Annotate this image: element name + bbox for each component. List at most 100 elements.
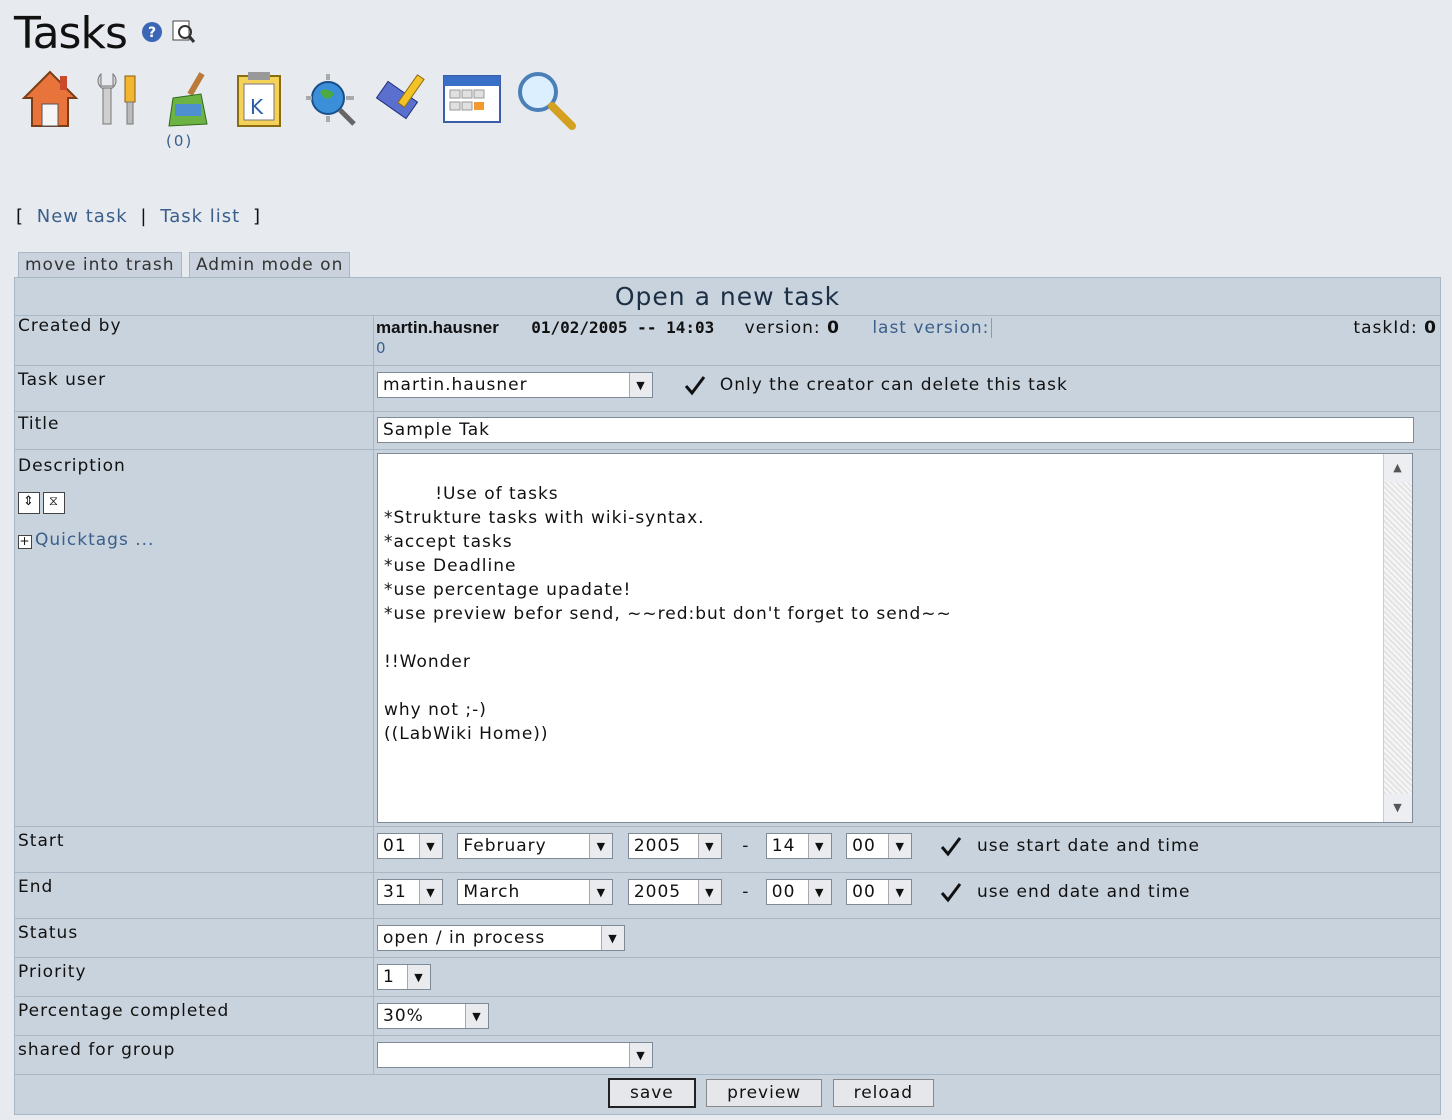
description-text: !Use of tasks *Strukture tasks with wiki…: [384, 484, 952, 744]
end-hour-select[interactable]: 00 ▼: [765, 879, 832, 905]
chevron-down-icon: ▼: [629, 1043, 652, 1067]
last-version-link[interactable]: last version:: [872, 318, 993, 338]
nav-close-bracket: ]: [252, 206, 261, 227]
clean-cache-icon[interactable]: [161, 68, 223, 135]
help-icon[interactable]: ?: [140, 20, 164, 44]
created-by-label: Created by: [14, 315, 374, 366]
description-textarea[interactable]: !Use of tasks *Strukture tasks with wiki…: [377, 453, 1413, 823]
version-label: version:: [744, 318, 821, 338]
textarea-scrollbar[interactable]: ▲ ▼: [1383, 454, 1412, 822]
form-heading: Open a new task: [14, 277, 1441, 316]
end-cell: 31 ▼ March ▼ 2005 ▼ - 00 ▼ 00 ▼ use end date …: [373, 872, 1441, 919]
search-icon[interactable]: [514, 68, 580, 135]
start-day-value: 01: [383, 836, 407, 856]
chevron-down-icon: ▼: [601, 926, 624, 950]
title-input[interactable]: Sample Tak: [377, 417, 1414, 443]
start-month-value: February: [463, 836, 547, 856]
end-minute-select[interactable]: 00 ▼: [846, 879, 913, 905]
end-day-value: 31: [383, 882, 407, 902]
last-version-value-link[interactable]: 0: [376, 339, 387, 357]
chevron-down-icon: ▼: [888, 834, 912, 858]
admin-tools-icon[interactable]: [89, 68, 151, 135]
resize-toggle-icon[interactable]: ⇕: [18, 492, 40, 514]
buttons-row: save preview reload: [14, 1074, 1441, 1115]
description-label: Description: [18, 456, 126, 476]
task-nav: [ New task | Task list ]: [16, 206, 261, 227]
group-select[interactable]: ▼: [377, 1042, 653, 1068]
edit-icon[interactable]: [371, 68, 433, 135]
description-cell: !Use of tasks *Strukture tasks with wiki…: [373, 449, 1441, 827]
action-tabs: move into trash Admin mode on: [18, 252, 352, 277]
quicktags-link[interactable]: Quicktags ...: [35, 530, 154, 550]
end-date-time-separator: -: [742, 882, 750, 902]
status-value: open / in process: [383, 928, 546, 948]
source-icon[interactable]: [170, 18, 196, 44]
start-minute-value: 00: [852, 836, 876, 856]
chevron-down-icon: ▼: [697, 880, 721, 904]
status-cell: open / in process ▼: [373, 918, 1441, 958]
use-end-checkbox[interactable]: [939, 880, 963, 904]
new-task-link[interactable]: New task: [37, 206, 128, 227]
end-day-select[interactable]: 31 ▼: [377, 879, 443, 905]
calendar-icon[interactable]: [442, 68, 504, 135]
version-value: 0: [827, 318, 840, 338]
task-user-value: martin.hausner: [383, 375, 528, 395]
expand-plus-icon[interactable]: +: [18, 535, 32, 549]
admin-mode-tab[interactable]: Admin mode on: [188, 252, 351, 277]
kalendar-notes-icon[interactable]: K: [232, 68, 290, 135]
save-button[interactable]: save: [607, 1078, 696, 1108]
start-day-select[interactable]: 01 ▼: [377, 833, 443, 859]
title-value: Sample Tak: [383, 420, 490, 440]
nav-separator: |: [140, 206, 148, 227]
status-select[interactable]: open / in process ▼: [377, 925, 625, 951]
title-icons: ?: [140, 18, 195, 49]
percentage-label: Percentage completed: [14, 996, 374, 1036]
toolbar: K: [20, 68, 584, 158]
created-datetime: 01/02/2005 -- 14:03: [531, 318, 715, 337]
priority-select[interactable]: 1 ▼: [377, 964, 431, 990]
move-into-trash-tab[interactable]: move into trash: [18, 252, 182, 277]
taskid-label: taskId:: [1353, 318, 1418, 338]
start-year-value: 2005: [633, 836, 682, 856]
start-hour-select[interactable]: 14 ▼: [765, 833, 832, 859]
chevron-down-icon: ▼: [589, 880, 613, 904]
priority-value: 1: [383, 967, 395, 987]
creator-name: martin.hausner: [376, 318, 499, 337]
chevron-down-icon: ▼: [589, 834, 613, 858]
creator-delete-label: Only the creator can delete this task: [719, 375, 1068, 395]
end-hour-value: 00: [771, 882, 796, 902]
percentage-select[interactable]: 30% ▼: [377, 1003, 489, 1029]
creator-delete-checkbox[interactable]: [683, 373, 707, 397]
end-year-select[interactable]: 2005 ▼: [627, 879, 722, 905]
title-cell: Sample Tak: [373, 411, 1441, 450]
chevron-down-icon: ▼: [807, 880, 831, 904]
task-user-cell: martin.hausner ▼ Only the creator can de…: [373, 365, 1441, 412]
start-date-time-separator: -: [742, 836, 750, 856]
reload-button[interactable]: reload: [832, 1079, 935, 1107]
web-search-icon[interactable]: [300, 68, 362, 135]
task-list-link[interactable]: Task list: [160, 206, 240, 227]
chevron-down-icon: ▼: [807, 834, 831, 858]
start-cell: 01 ▼ February ▼ 2005 ▼ - 14 ▼ 00 ▼ use start …: [373, 826, 1441, 873]
svg-text:?: ?: [148, 25, 156, 41]
scroll-down-icon[interactable]: ▼: [1384, 794, 1412, 822]
end-month-select[interactable]: March ▼: [457, 879, 614, 905]
priority-cell: 1 ▼: [373, 957, 1441, 997]
percentage-value: 30%: [383, 1006, 424, 1026]
use-end-label: use end date and time: [976, 882, 1191, 902]
notepad-counter[interactable]: (0): [166, 132, 193, 150]
home-icon[interactable]: [20, 68, 80, 135]
task-user-select[interactable]: martin.hausner ▼: [377, 372, 653, 398]
start-minute-select[interactable]: 00 ▼: [846, 833, 913, 859]
textarea-size-controls: ⇕ ⧖: [18, 490, 370, 514]
preview-button[interactable]: preview: [706, 1079, 823, 1107]
scroll-up-icon[interactable]: ▲: [1384, 454, 1412, 482]
hourglass-icon[interactable]: ⧖: [43, 492, 65, 514]
start-month-select[interactable]: February ▼: [457, 833, 614, 859]
page-header: Tasks ?: [14, 8, 196, 59]
task-form: Open a new task Created by martin.hausne…: [14, 277, 1441, 1115]
use-start-checkbox[interactable]: [939, 834, 963, 858]
start-year-select[interactable]: 2005 ▼: [627, 833, 722, 859]
end-year-value: 2005: [633, 882, 682, 902]
quicktags-toggle[interactable]: + Quicktags ...: [18, 530, 370, 550]
